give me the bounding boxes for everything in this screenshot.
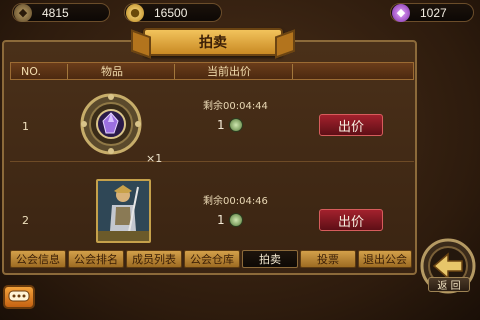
tab-guild-ranking[interactable]: 公会排名 <box>68 250 124 268</box>
medallion-item-icon[interactable] <box>80 93 142 155</box>
panel-title: 拍卖 <box>143 28 283 56</box>
header-divider <box>174 64 175 79</box>
tab-auction[interactable]: 拍卖 <box>242 250 298 268</box>
gold-value: 16500 <box>154 5 188 20</box>
silver-coin-icon: ◆ <box>14 3 32 22</box>
diamond-counter[interactable]: ◆ 1027 <box>390 3 474 22</box>
tab-guild-info[interactable]: 公会信息 <box>10 250 66 268</box>
chat-button[interactable] <box>3 285 35 309</box>
guild-tab-bar: 公会信息 公会排名 成员列表 公会仓库 拍卖 投票 退出公会 <box>10 250 414 268</box>
bid-value: 1 <box>217 118 225 132</box>
auction-row: 2 剩余00:04:46 1 出价 <box>10 164 414 242</box>
bid-value: 1 <box>217 213 225 227</box>
bid-button[interactable]: 出价 <box>319 209 383 231</box>
header-divider <box>67 64 68 79</box>
auction-row: 1 剩余00:04:44 1 出价 <box>10 84 414 162</box>
guild-gem-icon <box>228 213 243 227</box>
header-item: 物品 <box>101 65 123 78</box>
header-price: 当前出价 <box>207 65 251 78</box>
row-number: 1 <box>22 120 29 133</box>
tab-guild-warehouse[interactable]: 公会仓库 <box>184 250 240 268</box>
table-header: NO. 物品 当前出价 <box>10 62 414 80</box>
silver-counter: ◆ 4815 <box>12 3 110 22</box>
tab-member-list[interactable]: 成员列表 <box>126 250 182 268</box>
gold-coin-icon: ● <box>126 3 144 22</box>
resource-bar: ◆ 4815 ● 16500 ◆ 1027 <box>0 0 480 26</box>
current-bid: 1 <box>217 118 243 132</box>
tab-vote[interactable]: 投票 <box>300 250 356 268</box>
panel-title-text: 拍卖 <box>199 35 227 51</box>
header-divider <box>292 64 293 79</box>
warrior-portrait-icon <box>98 181 149 241</box>
back-button-label[interactable]: 返 回 <box>428 277 470 292</box>
current-bid: 1 <box>217 213 243 227</box>
chat-bubble-icon <box>8 290 30 302</box>
hero-card-item[interactable] <box>96 179 151 243</box>
diamond-value: 1027 <box>420 5 447 20</box>
row-number: 2 <box>22 214 29 227</box>
diamond-icon: ◆ <box>392 3 410 22</box>
tab-leave-guild[interactable]: 退出公会 <box>358 250 412 268</box>
gold-counter: ● 16500 <box>124 3 222 22</box>
bid-button[interactable]: 出价 <box>319 114 383 136</box>
silver-value: 4815 <box>42 5 69 20</box>
time-remaining: 剩余00:04:46 <box>203 196 268 207</box>
header-no: NO. <box>21 64 41 78</box>
guild-gem-icon <box>228 118 243 132</box>
time-remaining: 剩余00:04:44 <box>203 101 268 112</box>
